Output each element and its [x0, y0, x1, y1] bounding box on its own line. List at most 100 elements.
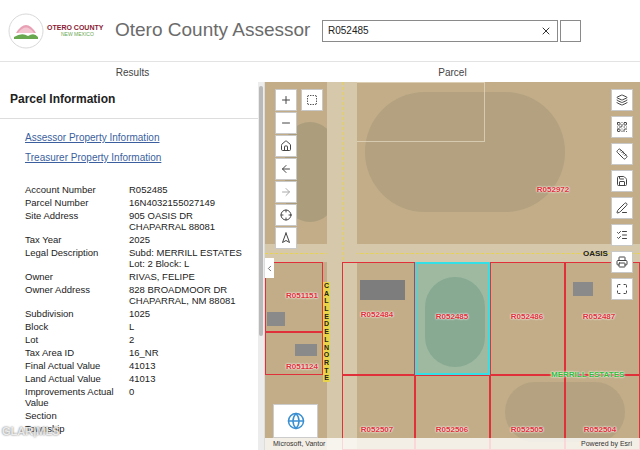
printer-icon: [616, 256, 628, 268]
info-link[interactable]: Treasurer Property Information: [25, 152, 258, 164]
legend-icon: [616, 229, 628, 241]
qr-button[interactable]: [611, 116, 633, 138]
divider: [0, 118, 258, 119]
building: [267, 312, 285, 326]
chevron-left-icon: [265, 264, 274, 273]
parcel[interactable]: [350, 82, 640, 242]
info-link[interactable]: Assessor Property Information: [25, 132, 258, 144]
search-value: R052485: [328, 23, 540, 38]
globe-icon: [287, 412, 305, 430]
county-logo-icon: [8, 13, 44, 49]
arrow-left-icon: [280, 163, 292, 175]
field-label: Tax Area ID: [25, 347, 129, 358]
field-value: 905 OASIS DRCHAPARRAL 88081: [129, 210, 254, 232]
legend-button[interactable]: [611, 224, 633, 246]
qr-icon: [616, 121, 628, 133]
header: OTERO COUNTYNEW MEXICOOtero County Asses…: [0, 0, 640, 62]
results-panel: Parcel InformationAssessor Property Info…: [0, 82, 265, 450]
field-label: Township: [25, 423, 129, 434]
scrollbar-thumb[interactable]: [259, 86, 263, 336]
powered-by[interactable]: Powered by Esri: [581, 439, 632, 450]
ruler-icon: [616, 148, 628, 160]
pane-headers: ResultsParcel: [0, 62, 640, 82]
field-label: Lot: [25, 334, 129, 345]
pane-header: Parcel: [265, 62, 640, 82]
layers-icon: [616, 94, 628, 106]
search-field[interactable]: R052485: [322, 20, 558, 42]
measure-button[interactable]: [611, 143, 633, 165]
watermark: GLAR|MLS: [2, 423, 59, 440]
field-label: Owner Address: [25, 284, 129, 306]
parcel-label: R052504: [584, 424, 616, 436]
map[interactable]: R052972R052484R052485R052486R052487R0511…: [265, 82, 640, 450]
layers-button[interactable]: [611, 89, 633, 111]
field-value: [129, 410, 254, 421]
scrollbar[interactable]: [258, 82, 264, 450]
field-value: R052485: [129, 184, 254, 195]
arrow-right-icon: [280, 186, 292, 198]
home-icon: [280, 140, 292, 152]
compass-icon: [280, 232, 292, 244]
street-label: CALLE DEL NORTE: [323, 282, 330, 382]
field-label: Subdivision: [25, 308, 129, 319]
parcel-label: R052505: [511, 424, 543, 436]
field-label: Land Actual Value: [25, 373, 129, 384]
search-button[interactable]: [560, 20, 581, 42]
field-label: Site Address: [25, 210, 129, 232]
select-icon: [306, 94, 318, 106]
field-label: Tax Year: [25, 234, 129, 245]
print-button[interactable]: [611, 251, 633, 273]
building: [295, 344, 317, 356]
field-label: Owner: [25, 271, 129, 282]
field-value: Subd: MERRILL ESTATESLot: 2 Block: L: [129, 247, 254, 269]
zoom-out-button[interactable]: [275, 112, 297, 134]
locate-button[interactable]: [275, 204, 297, 226]
minus-icon: [280, 117, 292, 129]
field-label: Block: [25, 321, 129, 332]
parcel-label: R051151: [286, 290, 318, 302]
crosshair-icon: [280, 209, 292, 221]
building: [360, 280, 405, 300]
field-value: 41013: [129, 373, 254, 384]
app: OTERO COUNTYNEW MEXICOOtero County Asses…: [0, 0, 640, 450]
parcel-label: R052506: [436, 424, 468, 436]
field-value: 41013: [129, 360, 254, 371]
forward-button[interactable]: [275, 181, 297, 203]
home-button[interactable]: [275, 135, 297, 157]
pen-icon: [616, 202, 628, 214]
parcel-label: R052484: [361, 309, 393, 321]
parcel-label: R052507: [361, 424, 393, 436]
street-label: OASIS: [583, 248, 608, 260]
draw-button[interactable]: [611, 197, 633, 219]
app-title: Otero County Assessor: [115, 16, 322, 45]
maximize-icon: [616, 283, 628, 295]
field-label: Parcel Number: [25, 197, 129, 208]
field-value: [129, 423, 254, 434]
save-icon: [616, 175, 628, 187]
field-value: 16N4032155027149: [129, 197, 254, 208]
field-value: 828 BROADMOOR DRCHAPARRAL, NM 88081: [129, 284, 254, 306]
parcel-label: R052485: [436, 311, 468, 323]
field-label: Legal Description: [25, 247, 129, 269]
field-label: Improvements Actual Value: [25, 386, 129, 408]
back-button[interactable]: [275, 158, 297, 180]
collapse-button[interactable]: [265, 258, 274, 278]
parcel-label: R051124: [286, 361, 318, 373]
save-button[interactable]: [611, 170, 633, 192]
logo[interactable]: OTERO COUNTYNEW MEXICO: [8, 13, 108, 49]
plus-icon: [280, 94, 292, 106]
fullscreen-button[interactable]: [611, 278, 633, 300]
field-value: 16_NR: [129, 347, 254, 358]
parcel-label: R052487: [583, 311, 615, 323]
clear-icon[interactable]: [540, 25, 552, 37]
logo-title: OTERO COUNTY: [47, 24, 103, 31]
field-label: Final Actual Value: [25, 360, 129, 371]
field-value: RIVAS, FELIPE: [129, 271, 254, 282]
field-value: 2025: [129, 234, 254, 245]
compass-button[interactable]: [275, 227, 297, 249]
select-button[interactable]: [301, 89, 323, 111]
attribution: Microsoft, Vantor: [273, 439, 325, 450]
basemap-toggle[interactable]: [273, 404, 318, 438]
zoom-in-button[interactable]: [275, 89, 297, 111]
parcel-label: R052486: [511, 311, 543, 323]
